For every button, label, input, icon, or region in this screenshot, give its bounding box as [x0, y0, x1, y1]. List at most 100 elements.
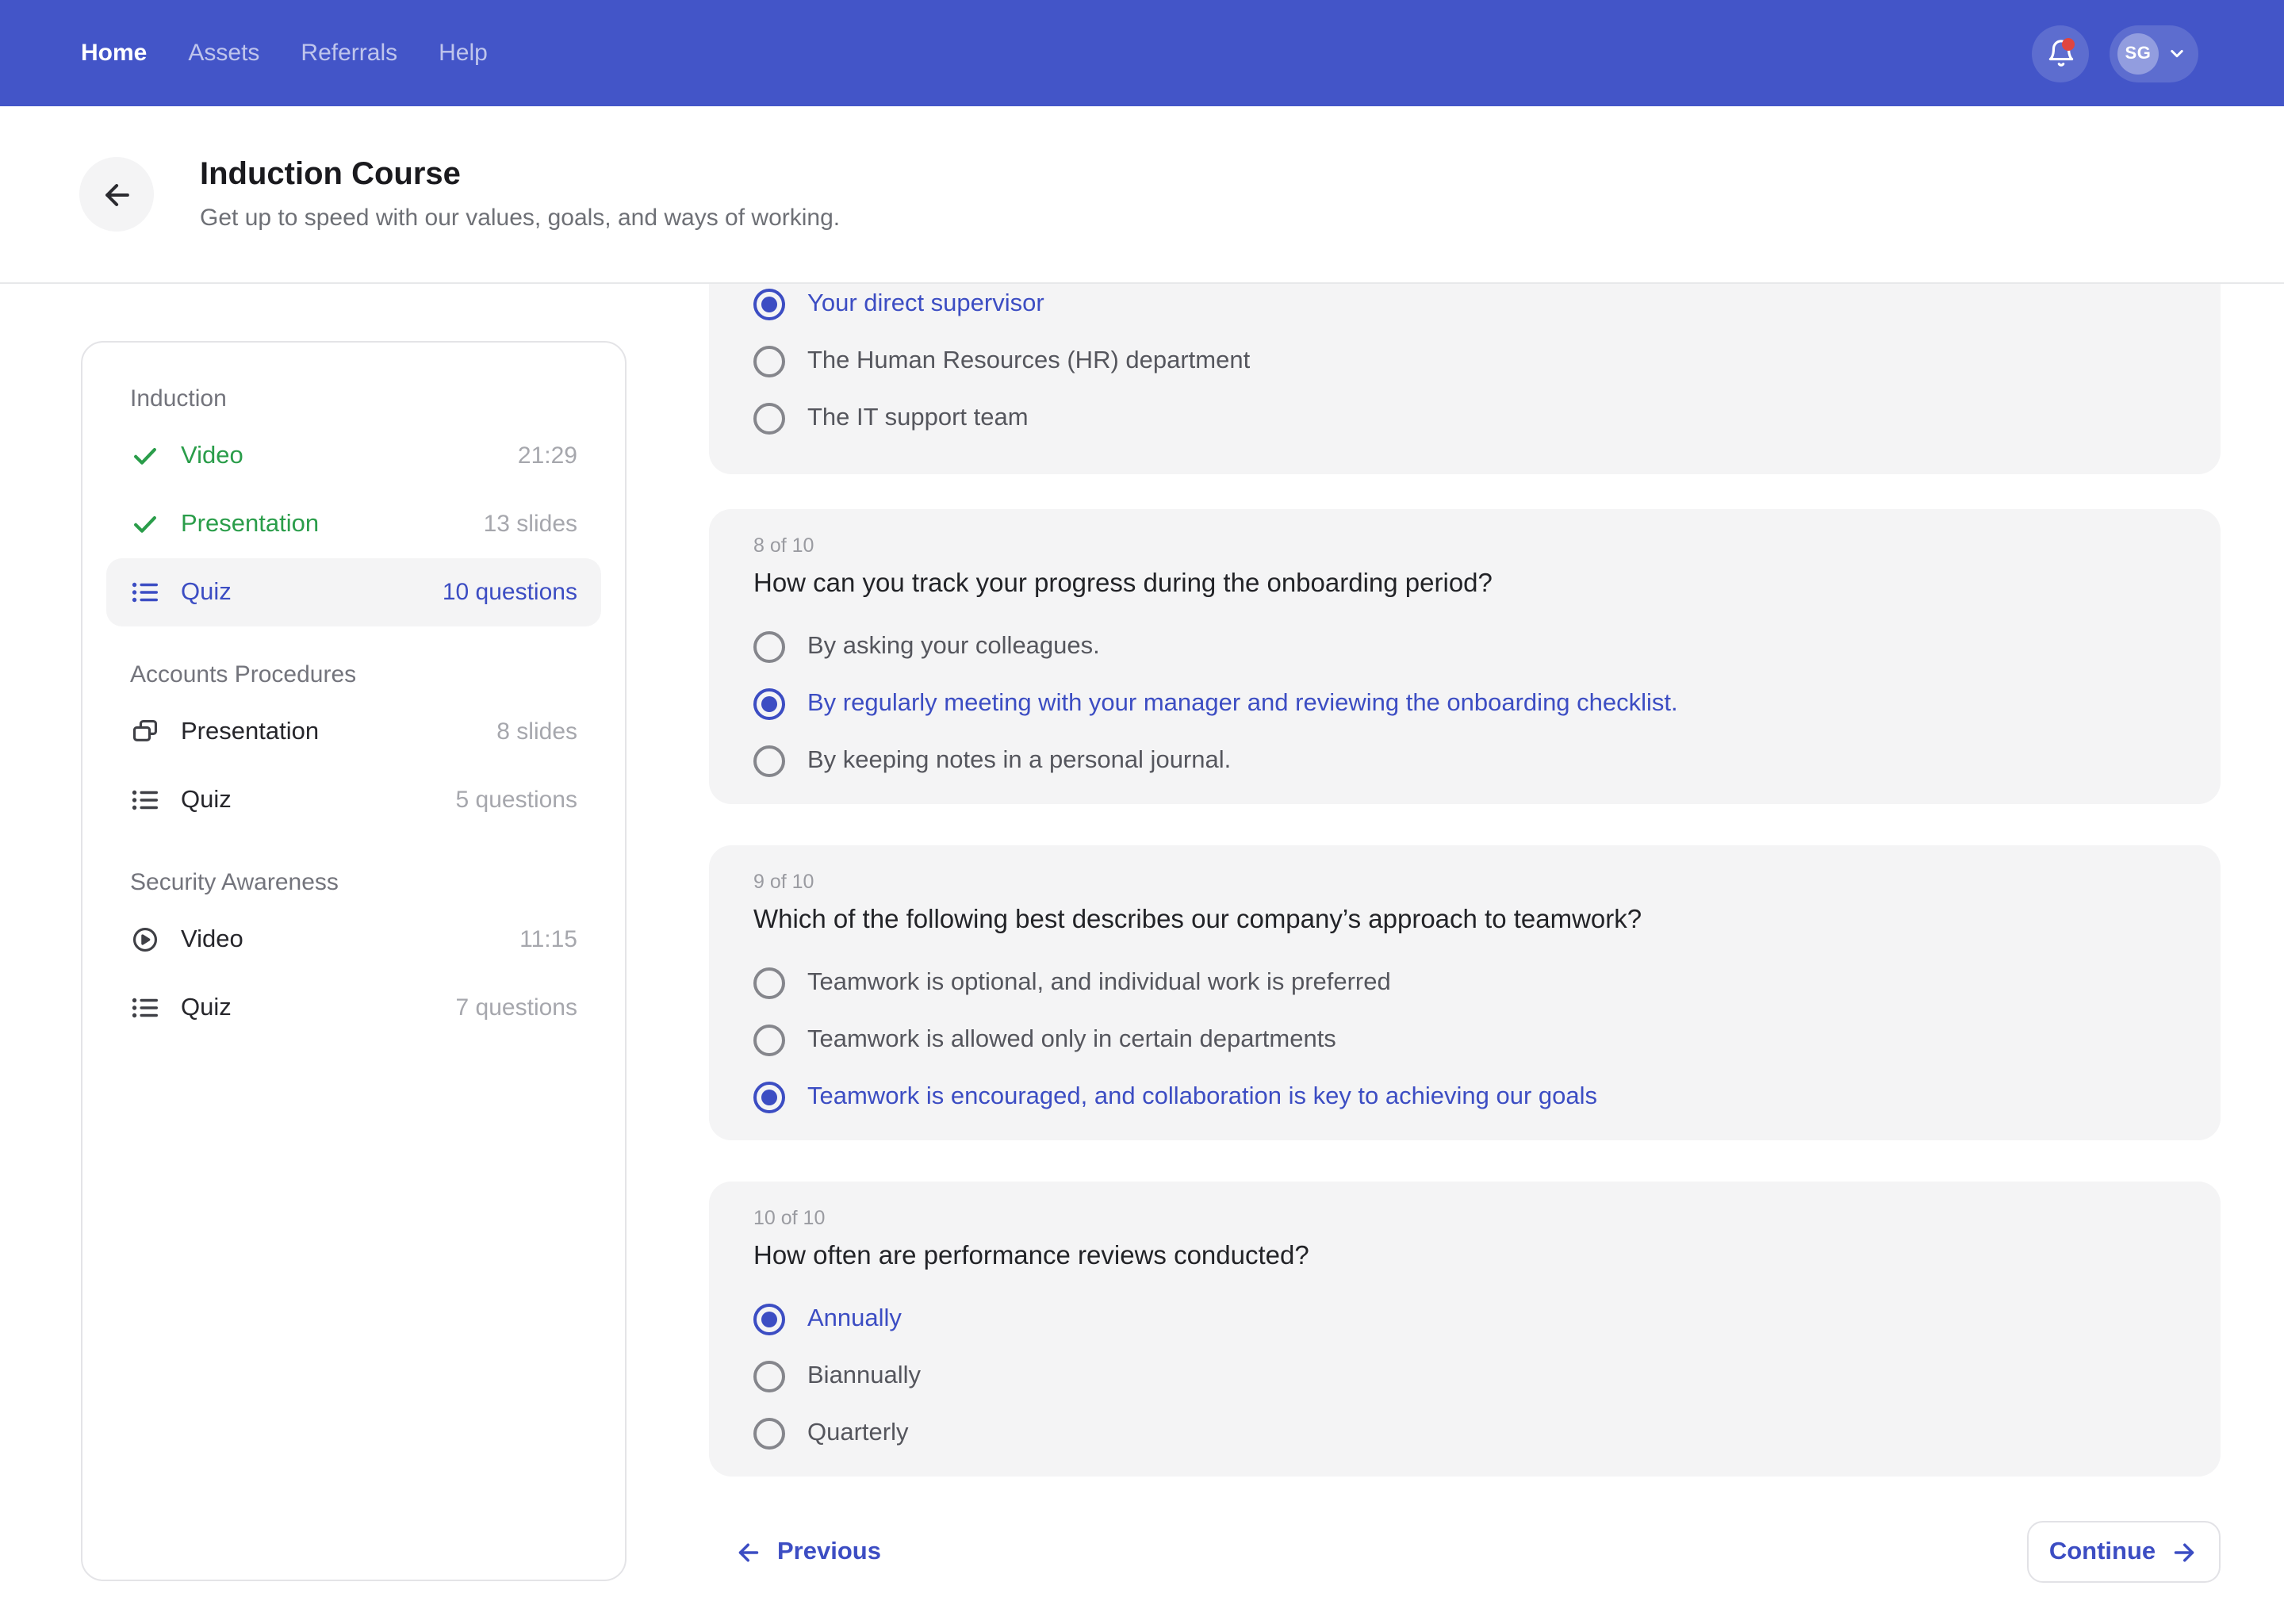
course-outline-card: Induction Video 21:29 Presentation 13 slides… [81, 341, 627, 1581]
answer-label: By asking your colleagues. [807, 633, 1100, 661]
sidebar-item-label: Quiz [181, 786, 232, 814]
question-number: 10 of 10 [753, 1207, 2176, 1231]
arrow-left-icon [734, 1538, 763, 1566]
question-text: How can you track your progress during t… [753, 566, 2176, 603]
answer-option[interactable]: By regularly meeting with your manager a… [753, 676, 2176, 733]
sidebar-item-label: Video [181, 925, 243, 954]
outline-section-title: Induction [130, 385, 577, 412]
sidebar-item-label: Video [181, 442, 243, 470]
answer-option[interactable]: Your direct supervisor [753, 284, 2176, 333]
content: Induction Video 21:29 Presentation 13 slides… [0, 284, 2284, 1624]
quiz-panel: Your direct supervisor The Human Resource… [709, 284, 2221, 1624]
radio-button[interactable] [753, 631, 785, 663]
radio-button[interactable] [753, 688, 785, 720]
answer-option[interactable]: Teamwork is optional, and individual wor… [753, 955, 2176, 1012]
outline-section: Accounts ProceduresPresentation8 slidesQ… [130, 661, 577, 834]
radio-button[interactable] [753, 1304, 785, 1335]
answer-label: By regularly meeting with your manager a… [807, 690, 1678, 718]
nav-item-help[interactable]: Help [439, 40, 488, 67]
answer-option[interactable]: Quarterly [753, 1405, 2176, 1462]
sidebar-item-video[interactable]: Video 11:15 [106, 906, 601, 974]
question-card: 8 of 10 How can you track your progress d… [709, 509, 2221, 804]
sidebar-item-label: Quiz [181, 578, 232, 607]
question-number: 8 of 10 [753, 534, 2176, 558]
sidebar-item-meta: 8 slides [496, 718, 577, 745]
question-card: 9 of 10Which of the following best descr… [709, 845, 2221, 1140]
sidebar-item-presentation[interactable]: Presentation 13 slides [106, 490, 601, 558]
top-nav: Home Assets Referrals Help SG [0, 0, 2284, 106]
answer-option[interactable]: Biannually [753, 1348, 2176, 1405]
question-card: Your direct supervisor The Human Resource… [709, 284, 2221, 474]
answer-option[interactable]: Teamwork is encouraged, and collaboratio… [753, 1069, 2176, 1126]
options-list: By asking your colleagues. By regularly m… [753, 619, 2176, 790]
nav-right-cluster: SG [2032, 25, 2198, 82]
options-list: Annually Biannually Quarterly [753, 1291, 2176, 1462]
answer-option[interactable]: Annually [753, 1291, 2176, 1348]
user-menu[interactable]: SG [2110, 25, 2198, 82]
previous-label: Previous [777, 1538, 881, 1566]
page-title: Induction Course [200, 157, 840, 193]
nav-item-referrals[interactable]: Referrals [301, 40, 397, 67]
continue-label: Continue [2049, 1538, 2156, 1566]
radio-button[interactable] [753, 745, 785, 777]
list-icon [130, 993, 160, 1023]
sidebar-item-meta: 13 slides [484, 511, 577, 538]
question-card: 10 of 10 How often are performance review… [709, 1182, 2221, 1477]
radio-button[interactable] [753, 289, 785, 320]
answer-label: Quarterly [807, 1419, 909, 1448]
radio-button[interactable] [753, 967, 785, 999]
nav-item-assets[interactable]: Assets [188, 40, 259, 67]
answer-label: Teamwork is allowed only in certain depa… [807, 1026, 1336, 1055]
check-icon [130, 509, 160, 539]
arrow-left-icon [99, 177, 134, 212]
previous-button[interactable]: Previous [734, 1538, 881, 1566]
continue-button[interactable]: Continue [2027, 1521, 2221, 1583]
list-icon [130, 785, 160, 815]
chevron-down-icon [2165, 41, 2189, 65]
nav-item-home[interactable]: Home [81, 40, 147, 67]
avatar: SG [2117, 33, 2159, 74]
radio-button[interactable] [753, 1082, 785, 1113]
slides-icon [130, 717, 160, 747]
radio-button[interactable] [753, 1361, 785, 1392]
question-text: How often are performance reviews conduc… [753, 1239, 2176, 1275]
radio-button[interactable] [753, 1418, 785, 1450]
notifications-button[interactable] [2032, 25, 2089, 82]
radio-button[interactable] [753, 1025, 785, 1056]
sidebar-item-quiz[interactable]: Quiz 10 questions [106, 558, 601, 626]
page: Home Assets Referrals Help SG [0, 0, 2284, 1624]
answer-label: The Human Resources (HR) department [807, 347, 1250, 376]
answer-option[interactable]: Teamwork is allowed only in certain depa… [753, 1012, 2176, 1069]
sidebar-item-label: Presentation [181, 510, 319, 538]
answer-label: Teamwork is optional, and individual wor… [807, 969, 1391, 998]
answer-label: Annually [807, 1305, 902, 1334]
sidebar-item-quiz[interactable]: Quiz 5 questions [106, 766, 601, 834]
answer-option[interactable]: By asking your colleagues. [753, 619, 2176, 676]
sidebar-item-meta: 21:29 [518, 442, 577, 469]
answer-label: Biannually [807, 1362, 921, 1391]
sidebar-item-video[interactable]: Video 21:29 [106, 422, 601, 490]
answer-label: Your direct supervisor [807, 290, 1044, 319]
sidebar-item-meta: 7 questions [456, 994, 577, 1021]
radio-button[interactable] [753, 403, 785, 435]
check-icon [130, 441, 160, 471]
page-header: Induction Course Get up to speed with ou… [0, 106, 2284, 284]
sidebar-item-quiz[interactable]: Quiz7 questions [106, 974, 601, 1042]
answer-option[interactable]: By keeping notes in a personal journal. [753, 733, 2176, 790]
page-subtitle: Get up to speed with our values, goals, … [200, 205, 840, 232]
sidebar-item-meta: 10 questions [443, 579, 577, 606]
nav-items: Home Assets Referrals Help [81, 40, 488, 67]
answer-option[interactable]: The IT support team [753, 390, 2176, 447]
question-text: Which of the following best describes ou… [753, 902, 2176, 939]
sidebar-item-meta: 11:15 [519, 926, 577, 953]
outline-section: Induction Video 21:29 Presentation 13 slides… [130, 385, 577, 626]
arrow-right-icon [2170, 1538, 2198, 1566]
sidebar-item-meta: 5 questions [456, 787, 577, 814]
options-list: Teamwork is optional, and individual wor… [753, 955, 2176, 1126]
answer-option[interactable]: The Human Resources (HR) department [753, 333, 2176, 390]
radio-button[interactable] [753, 346, 785, 377]
options-list: Your direct supervisor The Human Resource… [753, 284, 2176, 447]
back-button[interactable] [79, 157, 154, 232]
sidebar-item-presentation[interactable]: Presentation8 slides [106, 698, 601, 766]
quiz-footer: Previous Continue [709, 1521, 2221, 1583]
